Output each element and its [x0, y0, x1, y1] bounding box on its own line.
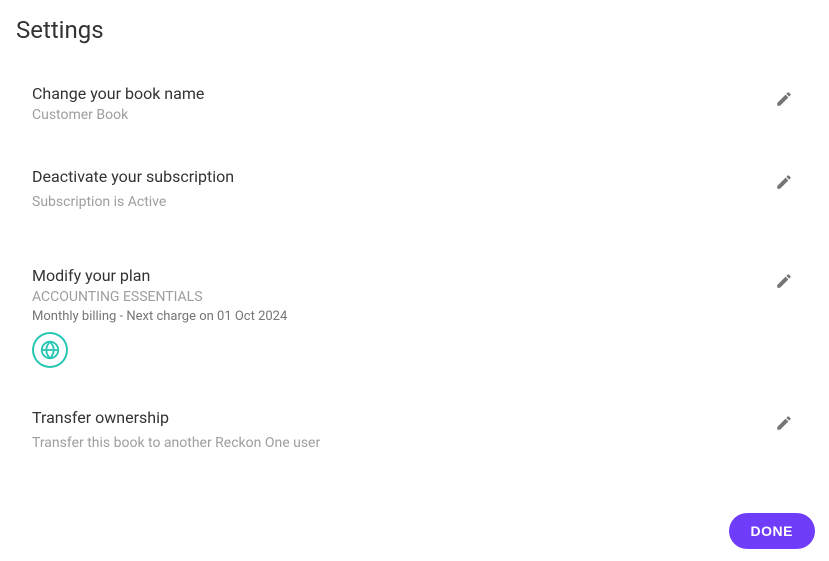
setting-book-name: Change your book name Customer Book — [32, 84, 813, 127]
subscription-status: Subscription is Active — [32, 194, 775, 210]
done-button[interactable]: DONE — [729, 513, 815, 549]
setting-content: Deactivate your subscription Subscriptio… — [32, 167, 775, 214]
setting-transfer: Transfer ownership Transfer this book to… — [32, 408, 813, 455]
setting-subscription: Deactivate your subscription Subscriptio… — [32, 167, 813, 214]
setting-content: Change your book name Customer Book — [32, 84, 775, 127]
setting-content: Transfer ownership Transfer this book to… — [32, 408, 775, 455]
settings-list: Change your book name Customer Book Deac… — [16, 84, 813, 455]
setting-content: Modify your plan ACCOUNTING ESSENTIALS M… — [32, 266, 775, 368]
page-title: Settings — [16, 16, 813, 44]
book-name-title: Change your book name — [32, 84, 775, 103]
edit-transfer-icon[interactable] — [775, 414, 793, 432]
transfer-description: Transfer this book to another Reckon One… — [32, 435, 775, 451]
subscription-title: Deactivate your subscription — [32, 167, 775, 186]
plan-name: ACCOUNTING ESSENTIALS — [32, 289, 775, 305]
plan-title: Modify your plan — [32, 266, 775, 285]
edit-subscription-icon[interactable] — [775, 173, 793, 191]
plan-billing: Monthly billing - Next charge on 01 Oct … — [32, 309, 775, 324]
edit-book-name-icon[interactable] — [775, 90, 793, 108]
setting-plan: Modify your plan ACCOUNTING ESSENTIALS M… — [32, 266, 813, 368]
book-name-value: Customer Book — [32, 107, 775, 123]
globe-icon — [32, 332, 68, 368]
transfer-title: Transfer ownership — [32, 408, 775, 427]
edit-plan-icon[interactable] — [775, 272, 793, 290]
